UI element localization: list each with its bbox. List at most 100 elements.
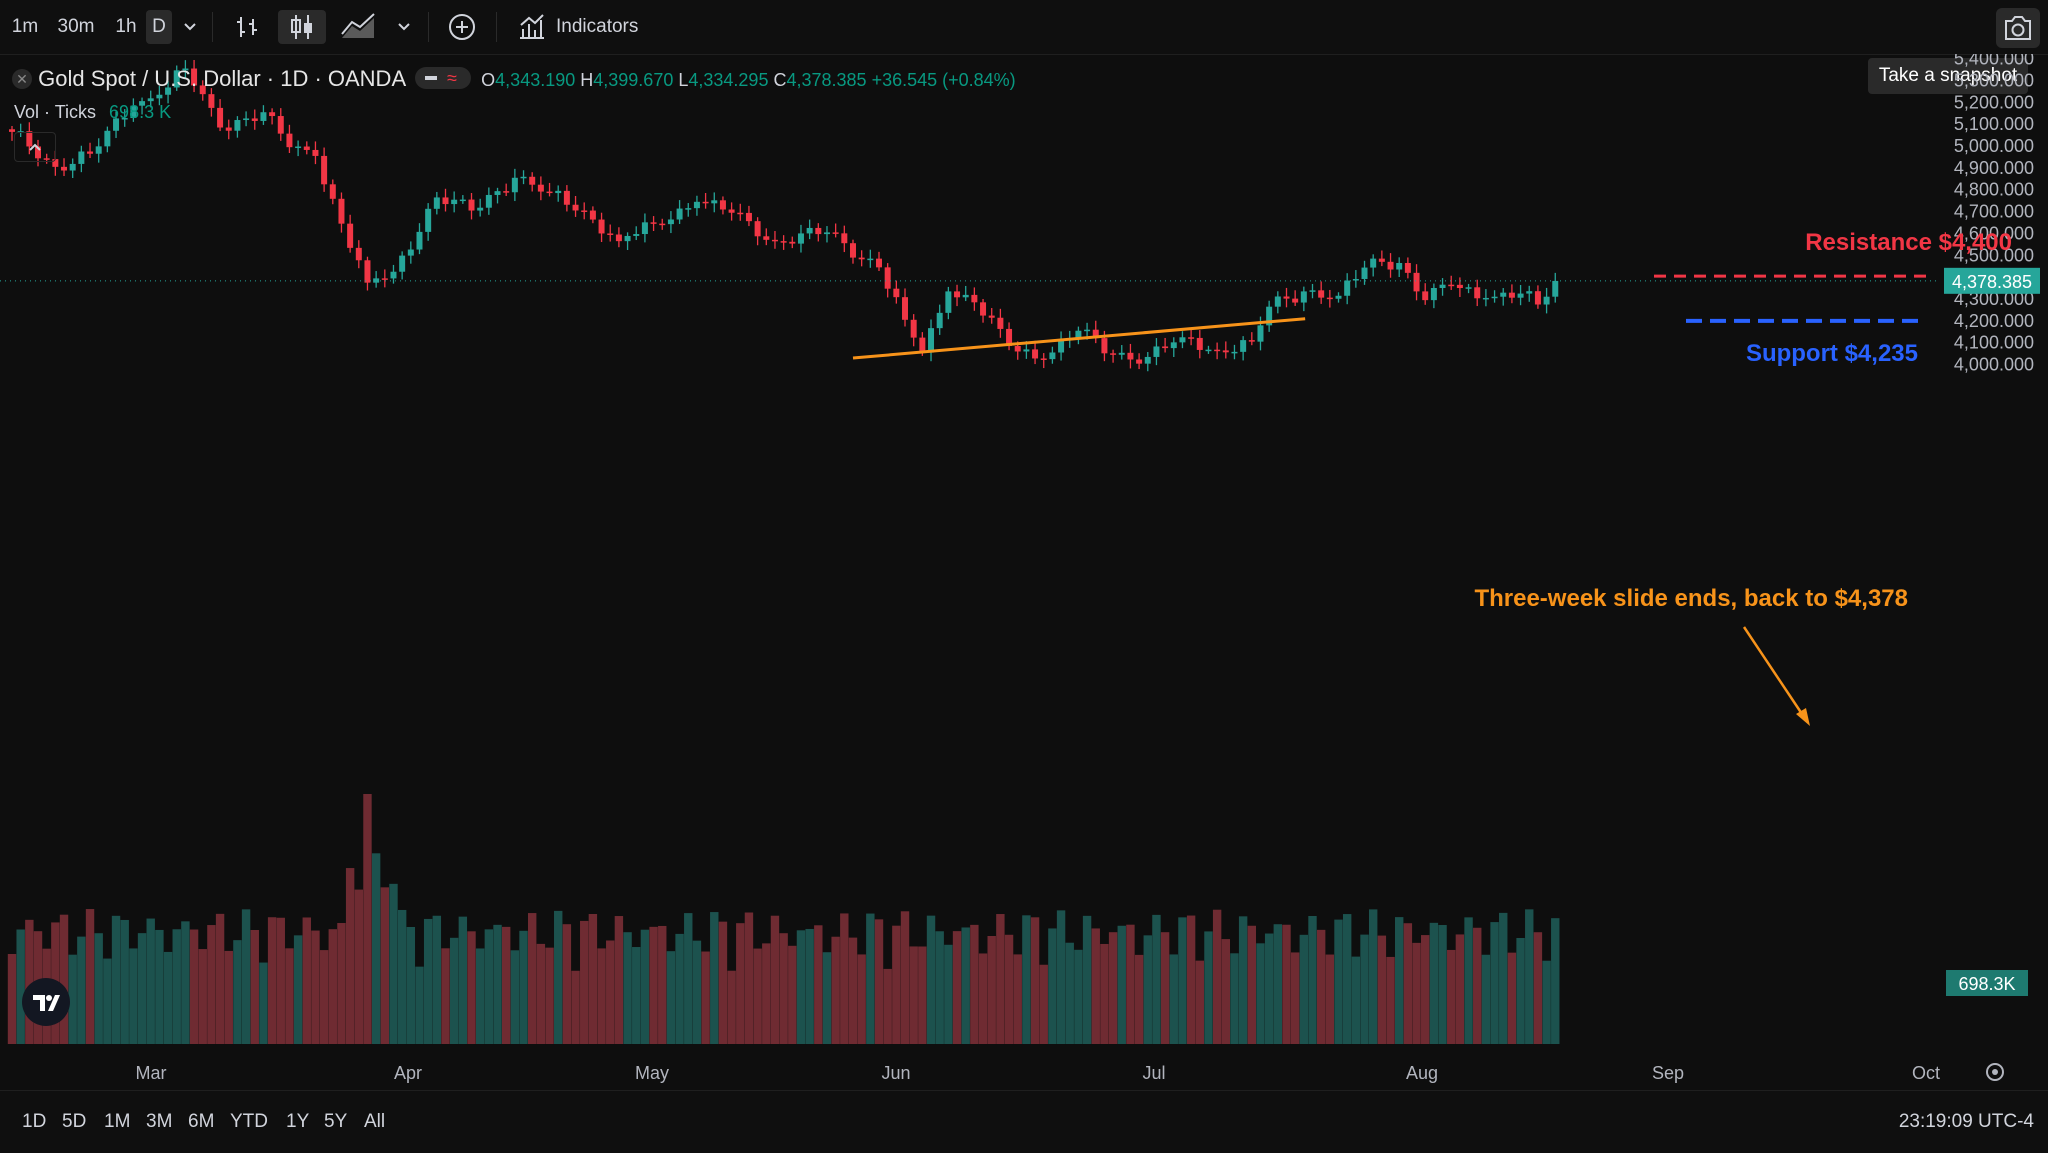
candle-body <box>381 278 388 280</box>
range-1d-button[interactable]: 1D <box>22 1111 46 1133</box>
volume-bar <box>432 915 442 1044</box>
volume-bar <box>1195 960 1204 1044</box>
interval-30m-button[interactable]: 30m <box>52 10 100 44</box>
snapshot-button[interactable] <box>1996 8 2040 48</box>
candle-body <box>1300 291 1307 303</box>
candle-body <box>685 208 692 210</box>
volume-label[interactable]: Vol · Ticks <box>14 102 96 122</box>
volume-bar <box>311 930 320 1044</box>
volume-bar <box>1247 925 1257 1044</box>
candle-body <box>1014 346 1021 352</box>
volume-bar <box>1238 916 1248 1044</box>
candle-body <box>9 129 15 132</box>
candle-body <box>520 176 527 179</box>
volume-bar <box>77 936 86 1044</box>
candle-body <box>780 241 787 243</box>
candle-body <box>954 291 961 298</box>
volume-bar <box>1481 954 1491 1044</box>
volume-bar <box>449 937 459 1044</box>
low-label: L <box>678 70 689 90</box>
candle-body <box>902 297 909 320</box>
candle-body <box>1318 290 1325 298</box>
candle-body <box>1534 291 1541 305</box>
candle-body <box>997 317 1004 329</box>
bar-chart-icon[interactable] <box>230 10 264 44</box>
candle-body <box>355 247 362 261</box>
range-3m-button[interactable]: 3M <box>146 1111 172 1133</box>
volume-bar <box>623 932 632 1044</box>
volume-bar <box>1117 925 1126 1044</box>
volume-bar <box>1299 934 1309 1044</box>
volume-bar <box>155 929 164 1044</box>
candle-body <box>1032 349 1039 359</box>
time-axis-label: Jul <box>1142 1063 1165 1083</box>
add-compare-icon[interactable] <box>444 10 480 44</box>
volume-bar <box>978 953 988 1044</box>
candle-body <box>425 208 432 232</box>
candle-body <box>312 149 319 156</box>
price-axis-label: 5,200.000 <box>1954 92 2034 112</box>
interval-1m-button[interactable]: 1m <box>8 10 42 44</box>
open-value: 4,343.190 <box>495 70 576 90</box>
chevron-down-icon[interactable] <box>392 10 416 44</box>
area-chart-icon[interactable] <box>338 10 378 44</box>
candle-body <box>338 198 345 224</box>
volume-bar <box>198 949 207 1044</box>
candle-body <box>728 209 735 213</box>
candle-body <box>477 207 484 211</box>
volume-bar <box>519 930 528 1044</box>
candle-body <box>1526 291 1533 294</box>
candle-body <box>1482 297 1489 300</box>
candle-body <box>1231 351 1238 354</box>
volume-bar <box>588 913 598 1044</box>
candle-body <box>1344 280 1351 296</box>
volume-bar <box>85 909 95 1044</box>
close-symbol-icon[interactable]: ✕ <box>12 69 32 89</box>
close-label: C <box>773 70 787 90</box>
collapse-legend-button[interactable] <box>14 132 56 162</box>
candle-body <box>1361 267 1368 279</box>
interval-1h-button[interactable]: 1h <box>108 10 144 44</box>
bottom-toolbar: 1D 5D 1M 3M 6M YTD 1Y 5Y All 23:19:09 UT… <box>0 1090 2048 1153</box>
symbol-title[interactable]: Gold Spot / U.S. Dollar · 1D · OANDA <box>38 66 405 91</box>
candlestick-chart-icon[interactable] <box>278 10 326 44</box>
time-axis-label: Sep <box>1652 1063 1684 1083</box>
change-value: +36.545 (+0.84%) <box>871 70 1016 90</box>
range-5y-button[interactable]: 5Y <box>324 1111 347 1133</box>
candle-body <box>980 302 987 316</box>
range-all-button[interactable]: All <box>364 1111 385 1133</box>
price-chart[interactable]: 5,500.0005,400.0005,300.0005,200.0005,10… <box>0 54 2048 1090</box>
candle-body <box>87 151 94 154</box>
range-1m-button[interactable]: 1M <box>104 1111 130 1133</box>
volume-bar <box>649 926 658 1044</box>
volume-bar <box>1160 932 1170 1044</box>
range-6m-button[interactable]: 6M <box>188 1111 214 1133</box>
range-ytd-button[interactable]: YTD <box>230 1111 268 1133</box>
interval-d-button[interactable]: D <box>146 10 172 44</box>
range-1y-button[interactable]: 1Y <box>286 1111 309 1133</box>
range-5d-button[interactable]: 5D <box>62 1111 86 1133</box>
candle-body <box>1136 359 1143 364</box>
candle-body <box>1378 258 1385 262</box>
tradingview-logo[interactable] <box>22 978 70 1026</box>
chevron-down-icon[interactable] <box>178 10 202 44</box>
candle-body <box>650 222 657 224</box>
candle-body <box>884 267 891 289</box>
volume-bar <box>510 950 520 1044</box>
volume-bar <box>580 920 589 1044</box>
clock-display[interactable]: 23:19:09 UTC-4 <box>1899 1111 2034 1133</box>
candles <box>9 60 1559 372</box>
candle-body <box>711 200 718 204</box>
indicators-icon[interactable] <box>514 10 550 44</box>
price-axis-label: 4,100.000 <box>1954 333 2034 353</box>
volume-bar <box>1499 912 1508 1044</box>
volume-bar <box>1438 925 1447 1044</box>
volume-bar <box>1264 933 1274 1044</box>
candle-body <box>754 221 761 237</box>
candle-body <box>1240 340 1247 352</box>
volume-bar <box>1230 953 1239 1044</box>
indicators-button[interactable]: Indicators <box>556 10 660 44</box>
candle-body <box>485 194 492 208</box>
candle-body <box>971 294 978 303</box>
volume-bar <box>1360 934 1369 1044</box>
